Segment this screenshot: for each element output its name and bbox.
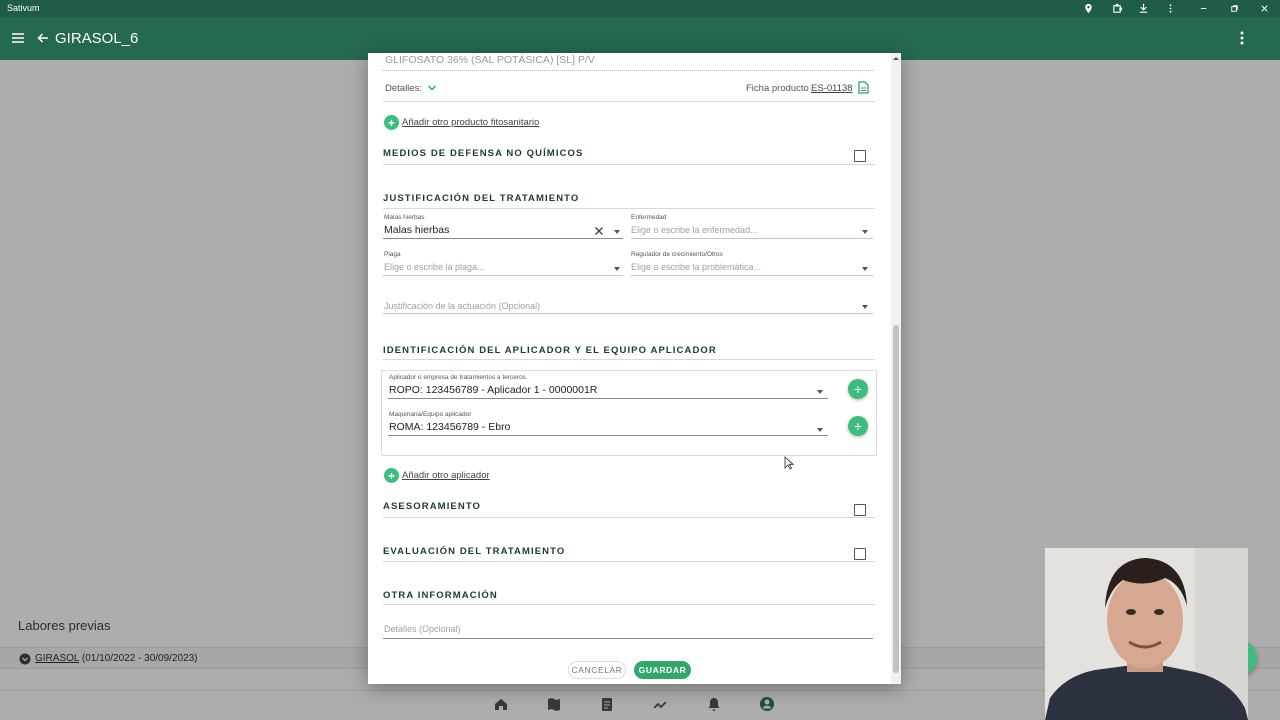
aplicador-dropdown-icon[interactable] xyxy=(817,390,823,394)
product-name: GLIFOSATO 36% (SAL POTÁSICA) [SL] P/V xyxy=(385,54,595,66)
details-label[interactable]: Detalles: xyxy=(385,83,422,94)
add-product-link[interactable]: Añadir otro producto fitosanitario xyxy=(402,117,539,128)
close-window-icon[interactable] xyxy=(1252,0,1276,17)
non-chemical-checkbox[interactable] xyxy=(854,150,866,162)
divider xyxy=(383,561,875,562)
hamburger-menu-icon[interactable] xyxy=(10,30,26,46)
aplicador-underline xyxy=(388,398,828,399)
window-titlebar: Sativum xyxy=(0,0,1280,17)
window-title: Sativum xyxy=(7,3,40,13)
justificacion-underline xyxy=(383,313,873,314)
modal-scrollbar[interactable] xyxy=(891,53,901,684)
divider xyxy=(383,164,875,165)
malas-hierbas-value[interactable]: Malas hierbas xyxy=(384,224,449,236)
save-button[interactable]: GUARDAR xyxy=(634,661,691,679)
maquinaria-underline xyxy=(388,435,828,436)
cancel-button[interactable]: CANCELAR xyxy=(568,661,626,679)
malas-hierbas-underline xyxy=(383,238,623,239)
add-product-plus-icon[interactable]: + xyxy=(384,115,399,130)
malas-hierbas-dropdown-icon[interactable] xyxy=(614,230,620,234)
enfermedad-label: Enfermedad xyxy=(631,214,667,221)
download-icon[interactable] xyxy=(1131,0,1155,17)
plaga-dropdown-icon[interactable] xyxy=(614,267,620,271)
plaga-label: Plaga xyxy=(384,251,401,258)
justificacion-dropdown-icon[interactable] xyxy=(862,305,868,309)
scroll-up-arrow-icon[interactable] xyxy=(892,55,900,61)
regulador-label: Regulador de crecimiento/Otros xyxy=(631,251,723,258)
mouse-cursor-icon xyxy=(784,456,794,470)
more-options-icon[interactable] xyxy=(1234,29,1250,47)
clear-x-icon[interactable] xyxy=(594,226,604,236)
location-pin-icon[interactable] xyxy=(1076,0,1100,17)
divider xyxy=(383,604,875,605)
divider xyxy=(383,517,875,518)
justificacion-actuacion-input[interactable]: Justificación de la actuación (Opcional) xyxy=(384,301,540,311)
divider xyxy=(383,359,875,360)
add-applicator-plus-icon[interactable]: + xyxy=(384,468,399,483)
add-aplicador-button[interactable]: + xyxy=(848,379,868,399)
plaga-underline xyxy=(383,275,623,276)
regulador-dropdown-icon[interactable] xyxy=(862,267,868,271)
maquinaria-dropdown-icon[interactable] xyxy=(817,428,823,432)
maquinaria-value[interactable]: ROMA: 123456789 - Ebro xyxy=(389,421,510,433)
add-applicator-link[interactable]: Añadir otro aplicador xyxy=(402,470,490,481)
kebab-menu-icon[interactable] xyxy=(1158,0,1182,17)
section-evaluacion: EVALUACIÓN DEL TRATAMIENTO xyxy=(383,546,566,557)
presenter-video xyxy=(1045,548,1248,720)
scrollbar-thumb[interactable] xyxy=(893,325,899,673)
enfermedad-input[interactable]: Elige o escribe la enfermedad... xyxy=(631,225,758,235)
regulador-underline xyxy=(631,275,873,276)
enfermedad-underline xyxy=(631,238,873,239)
section-applicator: IDENTIFICACIÓN DEL APLICADOR Y EL EQUIPO… xyxy=(383,345,717,356)
regulador-input[interactable]: Elige o escribe la problemática... xyxy=(631,262,761,272)
enfermedad-dropdown-icon[interactable] xyxy=(862,230,868,234)
section-non-chemical: MEDIOS DE DEFENSA NO QUÍMICOS xyxy=(383,148,584,159)
section-justification: JUSTIFICACIÓN DEL TRATAMIENTO xyxy=(383,193,580,204)
section-otra-informacion: OTRA INFORMACIÓN xyxy=(383,590,498,601)
page-title: GIRASOL_6 xyxy=(55,30,139,47)
asesoramiento-checkbox[interactable] xyxy=(854,504,866,516)
aplicador-label: Aplicador o empresa de tratamientos a te… xyxy=(389,374,526,381)
ficha-producto-link[interactable]: ES-01138 xyxy=(811,83,853,94)
section-asesoramiento: ASESORAMIENTO xyxy=(383,501,482,512)
detalles-underline xyxy=(383,638,873,639)
minimize-icon[interactable] xyxy=(1191,0,1215,17)
ficha-producto-label: Ficha producto xyxy=(746,83,809,94)
webcam-overlay xyxy=(1045,548,1248,720)
document-icon[interactable] xyxy=(858,81,869,94)
restore-icon[interactable] xyxy=(1222,0,1246,17)
extension-icon[interactable] xyxy=(1105,0,1129,17)
aplicador-value[interactable]: ROPO: 123456789 - Aplicador 1 - 0000001R xyxy=(389,384,597,396)
divider xyxy=(383,101,875,102)
evaluacion-checkbox[interactable] xyxy=(854,548,866,560)
malas-hierbas-label: Malas hierbas xyxy=(384,214,425,221)
plaga-input[interactable]: Elige o escribe la plaga... xyxy=(384,262,485,272)
product-underline xyxy=(383,70,873,71)
maquinaria-label: Maquinaria/Equipo aplicador xyxy=(389,411,472,418)
divider xyxy=(383,208,875,209)
back-arrow-icon[interactable] xyxy=(36,31,50,45)
chevron-down-icon[interactable] xyxy=(427,84,437,92)
detalles-input[interactable]: Detalles (Opcional) xyxy=(384,624,461,634)
treatment-modal: GLIFOSATO 36% (SAL POTÁSICA) [SL] P/V De… xyxy=(368,53,901,684)
add-maquinaria-button[interactable]: + xyxy=(848,416,868,436)
